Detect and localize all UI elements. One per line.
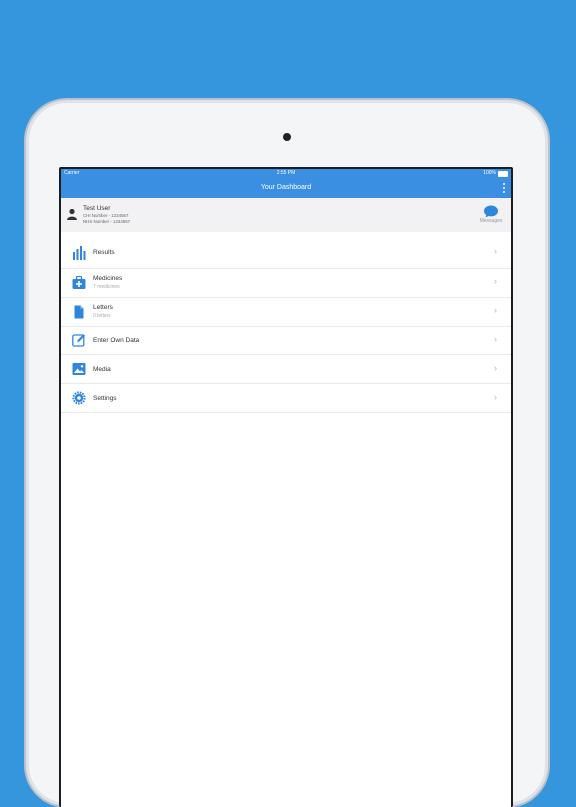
page-title: Your Dashboard	[260, 184, 312, 191]
gear-icon	[72, 391, 86, 405]
menu-label-results: Results	[93, 249, 115, 256]
battery-icon	[498, 170, 508, 177]
app-display: Carrier 2:55 PM 100% Your Dashboard Test…	[61, 169, 511, 807]
chevron-right-icon: ›	[494, 392, 497, 402]
menu-label-media: Media	[93, 366, 111, 373]
tablet-screen: Carrier 2:55 PM 100% Your Dashboard Test…	[59, 167, 513, 807]
bar-chart-icon	[73, 246, 86, 260]
nhs-number: NHS Number - 1234567	[83, 219, 131, 224]
user-header: Test User CHI Number - 1234567 NHS Numbe…	[61, 198, 511, 232]
battery-percent: 100%	[483, 170, 496, 176]
menu-label-settings: Settings	[93, 395, 117, 402]
medkit-icon	[72, 276, 86, 289]
status-time: 2:55 PM	[276, 170, 296, 176]
menu-sub-medicines: 7 medicines	[93, 284, 120, 290]
menu-sub-letters: 0 letters	[93, 313, 111, 319]
chevron-right-icon: ›	[494, 276, 497, 286]
status-bar: Carrier 2:55 PM 100%	[61, 169, 511, 178]
chevron-right-icon: ›	[494, 363, 497, 373]
camera	[283, 133, 291, 141]
menu-item-results[interactable]: Results ›	[61, 238, 511, 269]
messages-label: Messages	[479, 218, 503, 224]
menu-label-medicines: Medicines	[93, 275, 123, 282]
edit-icon	[72, 334, 85, 347]
battery-status: 100%	[483, 169, 508, 178]
menu-label-letters: Letters	[93, 304, 113, 311]
menu-item-medicines[interactable]: Medicines 7 medicines ›	[61, 269, 511, 298]
chat-bubble-icon	[484, 205, 498, 218]
chi-number: CHI Number - 1234567	[83, 213, 129, 218]
menu-item-media[interactable]: Media ›	[61, 355, 511, 384]
chevron-right-icon: ›	[494, 246, 497, 256]
user-name: Test User	[83, 205, 111, 212]
nav-bar: Your Dashboard	[61, 178, 511, 198]
menu-item-enter-own-data[interactable]: Enter Own Data ›	[61, 327, 511, 355]
image-icon	[72, 363, 86, 375]
tablet-frame: Carrier 2:55 PM 100% Your Dashboard Test…	[29, 103, 545, 807]
user-icon	[67, 208, 77, 220]
chevron-right-icon: ›	[494, 305, 497, 315]
messages-button[interactable]: Messages	[477, 205, 505, 224]
menu-label-enter-own-data: Enter Own Data	[93, 337, 140, 344]
dashboard-menu: Results › Medicines 7 medicines › Letter…	[61, 238, 511, 413]
kebab-menu-icon[interactable]	[502, 183, 506, 193]
chevron-right-icon: ›	[494, 334, 497, 344]
menu-item-settings[interactable]: Settings ›	[61, 384, 511, 413]
menu-item-letters[interactable]: Letters 0 letters ›	[61, 298, 511, 327]
document-icon	[74, 305, 84, 319]
